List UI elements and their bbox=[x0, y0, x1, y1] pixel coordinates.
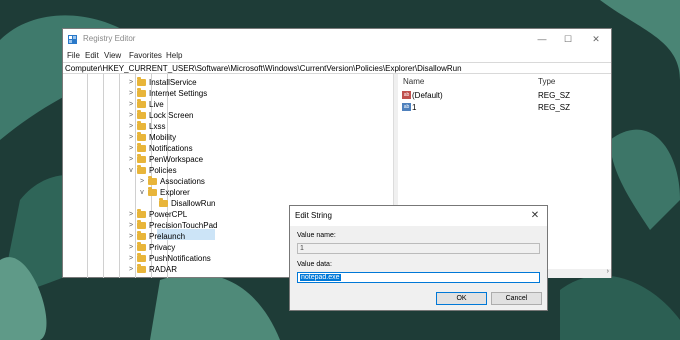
close-button[interactable]: ✕ bbox=[583, 32, 609, 46]
folder-icon bbox=[137, 253, 146, 262]
string-value-icon: ab bbox=[402, 103, 411, 111]
chevron-right-icon[interactable]: > bbox=[127, 132, 135, 143]
tree-item-label: Policies bbox=[149, 166, 177, 175]
tree-item-label: Live bbox=[149, 100, 164, 109]
folder-icon bbox=[137, 110, 146, 119]
value-name: (Default) bbox=[412, 91, 443, 100]
folder-icon bbox=[137, 165, 146, 174]
chevron-right-icon[interactable]: > bbox=[127, 242, 135, 253]
folder-icon bbox=[137, 231, 146, 240]
tree-item-label: Explorer bbox=[160, 188, 190, 197]
chevron-right-icon[interactable]: > bbox=[127, 88, 135, 99]
chevron-right-icon[interactable]: > bbox=[138, 176, 146, 187]
tree-item-label: InstallService bbox=[149, 78, 197, 87]
chevron-right-icon[interactable]: > bbox=[127, 209, 135, 220]
value-name-field: 1 bbox=[297, 243, 540, 254]
menu-edit[interactable]: Edit bbox=[85, 51, 99, 60]
tree-item-label: PrecisionTouchPad bbox=[149, 221, 218, 230]
tree-item-label: RADAR bbox=[149, 265, 178, 274]
menu-favorites[interactable]: Favorites bbox=[129, 51, 162, 60]
tree-item-label: Mobility bbox=[149, 133, 177, 142]
folder-icon bbox=[137, 242, 146, 251]
value-row[interactable]: ab (Default) REG_SZ bbox=[402, 90, 607, 101]
folder-icon bbox=[137, 220, 146, 229]
chevron-right-icon[interactable]: > bbox=[127, 220, 135, 231]
tree-item-label: Lock Screen bbox=[149, 111, 194, 120]
address-bar[interactable]: Computer\HKEY_CURRENT_USER\Software\Micr… bbox=[63, 62, 611, 74]
menu-view[interactable]: View bbox=[104, 51, 121, 60]
value-data-input[interactable]: notepad.exe bbox=[297, 272, 540, 283]
registry-editor-icon bbox=[68, 35, 77, 44]
chevron-right-icon[interactable]: > bbox=[127, 110, 135, 121]
menu-bar: File Edit View Favorites Help bbox=[63, 49, 611, 62]
chevron-right-icon[interactable]: > bbox=[127, 143, 135, 154]
folder-icon bbox=[137, 88, 146, 97]
edit-string-dialog: Edit String ✕ Value name: 1 Value data: … bbox=[289, 205, 548, 311]
column-header-type[interactable]: Type bbox=[538, 77, 555, 86]
string-value-icon: ab bbox=[402, 91, 411, 99]
minimize-button[interactable]: — bbox=[529, 32, 555, 46]
value-name: 1 bbox=[412, 103, 417, 112]
menu-file[interactable]: File bbox=[67, 51, 80, 60]
tree-item-label: PenWorkspace bbox=[149, 155, 204, 164]
folder-icon bbox=[137, 209, 146, 218]
dialog-title-bar[interactable]: Edit String ✕ bbox=[290, 206, 547, 226]
tree-item-label: PowerCPL bbox=[149, 210, 188, 219]
tree-item-label: Internet Settings bbox=[149, 89, 208, 98]
tree-item-label: Prelaunch bbox=[149, 232, 186, 241]
value-type: REG_SZ bbox=[538, 91, 571, 100]
chevron-right-icon[interactable]: > bbox=[127, 77, 135, 88]
chevron-right-icon[interactable]: > bbox=[127, 264, 135, 275]
folder-icon bbox=[137, 264, 146, 273]
value-name-label: Value name: bbox=[297, 232, 336, 239]
chevron-down-icon[interactable]: v bbox=[127, 165, 135, 176]
tree-item-label: DisallowRun bbox=[171, 199, 216, 208]
folder-icon bbox=[137, 121, 146, 130]
value-data-label: Value data: bbox=[297, 261, 332, 268]
value-data-text: notepad.exe bbox=[300, 274, 341, 281]
tree-item-label: Privacy bbox=[149, 243, 176, 252]
value-type: REG_SZ bbox=[538, 103, 571, 112]
title-bar[interactable]: Registry Editor — ☐ ✕ bbox=[63, 29, 611, 49]
folder-icon bbox=[137, 132, 146, 141]
ok-button[interactable]: OK bbox=[436, 292, 487, 305]
folder-icon bbox=[148, 176, 157, 185]
chevron-right-icon[interactable]: > bbox=[127, 231, 135, 242]
dialog-close-button[interactable]: ✕ bbox=[527, 208, 543, 224]
cancel-button[interactable]: Cancel bbox=[491, 292, 542, 305]
chevron-down-icon[interactable]: v bbox=[138, 187, 146, 198]
dialog-title: Edit String bbox=[295, 211, 332, 220]
folder-icon bbox=[137, 143, 146, 152]
chevron-right-icon[interactable]: > bbox=[127, 154, 135, 165]
maximize-button[interactable]: ☐ bbox=[555, 32, 581, 46]
scroll-right-icon[interactable]: › bbox=[607, 268, 609, 275]
window-title: Registry Editor bbox=[83, 34, 136, 43]
value-row[interactable]: ab 1 REG_SZ bbox=[402, 102, 607, 113]
chevron-right-icon[interactable]: > bbox=[127, 253, 135, 264]
folder-icon bbox=[148, 187, 157, 196]
chevron-right-icon[interactable]: > bbox=[127, 99, 135, 110]
tree-item-label: Notifications bbox=[149, 144, 193, 153]
folder-icon bbox=[137, 77, 146, 86]
folder-icon bbox=[137, 154, 146, 163]
folder-icon bbox=[137, 99, 146, 108]
column-header-name[interactable]: Name bbox=[403, 77, 424, 86]
chevron-right-icon[interactable]: > bbox=[127, 121, 135, 132]
folder-icon bbox=[159, 198, 168, 207]
tree-item-label: Associations bbox=[160, 177, 205, 186]
menu-help[interactable]: Help bbox=[166, 51, 182, 60]
tree-item-label: PushNotifications bbox=[149, 254, 211, 263]
tree-item-label: Lxss bbox=[149, 122, 166, 131]
